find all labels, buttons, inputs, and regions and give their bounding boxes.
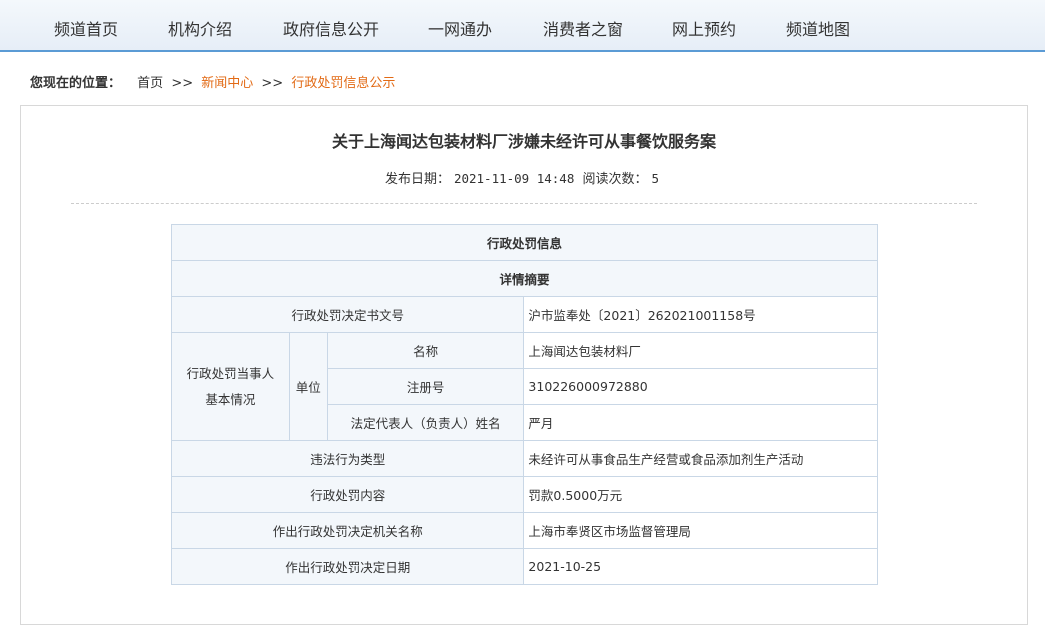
violation-type-label: 违法行为类型 [170, 440, 525, 477]
reg-no-value: 310226000972880 [523, 368, 878, 405]
representative-value: 严月 [523, 404, 878, 441]
table-row: 行政处罚信息 [171, 224, 878, 261]
table-subheader: 详情摘要 [171, 260, 878, 297]
violation-type-value: 未经许可从事食品生产经营或食品添加剂生产活动 [523, 440, 878, 477]
name-value: 上海闻达包装材料厂 [523, 332, 878, 369]
breadcrumb: 您现在的位置： 首页 >> 新闻中心 >> 行政处罚信息公示 [30, 72, 395, 91]
table-row: 行政处罚决定书文号 沪市监奉处〔2021〕262021001158号 [170, 296, 878, 333]
article-panel: 关于上海闻达包装材料厂涉嫌未经许可从事餐饮服务案 发布日期： 2021-11-09… [20, 105, 1028, 625]
nav-item-online-booking[interactable]: 网上预约 [672, 16, 736, 40]
nav-item-channel-map[interactable]: 频道地图 [786, 16, 850, 40]
penalty-content-value: 罚款0.5000万元 [523, 476, 878, 513]
authority-label: 作出行政处罚决定机关名称 [170, 512, 525, 549]
breadcrumb-separator: >> [261, 76, 284, 91]
representative-label: 法定代表人（负责人）姓名 [326, 404, 525, 441]
breadcrumb-news-link[interactable]: 新闻中心 [201, 76, 253, 91]
read-count-label: 阅读次数： [582, 172, 648, 187]
nav-item-organization[interactable]: 机构介绍 [168, 16, 232, 40]
table-row: 作出行政处罚决定日期 2021-10-25 [170, 548, 878, 585]
breadcrumb-home-link[interactable]: 首页 [137, 76, 163, 91]
read-count: 5 [651, 171, 660, 186]
party-label-cell: 行政处罚当事人 基本情况 [171, 332, 290, 441]
doc-no-label: 行政处罚决定书文号 [170, 296, 525, 333]
table-row: 行政处罚当事人 基本情况 单位 名称 上海闻达包装材料厂 [171, 332, 878, 441]
table-row: 作出行政处罚决定机关名称 上海市奉贤区市场监督管理局 [170, 512, 878, 549]
publish-date-label: 发布日期： [384, 172, 450, 187]
dashed-divider [71, 203, 977, 204]
authority-value: 上海市奉贤区市场监督管理局 [523, 512, 878, 549]
publish-date: 2021-11-09 14:48 [453, 171, 575, 186]
party-label-line1: 行政处罚当事人 [186, 365, 275, 381]
breadcrumb-separator: >> [171, 76, 194, 91]
breadcrumb-current-link[interactable]: 行政处罚信息公示 [291, 76, 395, 91]
decision-date-value: 2021-10-25 [523, 548, 878, 585]
table-row: 详情摘要 [171, 260, 878, 297]
decision-date-label: 作出行政处罚决定日期 [170, 548, 525, 585]
reg-no-label: 注册号 [326, 368, 525, 405]
article-meta: 发布日期： 2021-11-09 14:48 阅读次数： 5 [21, 168, 1027, 187]
penalty-content-label: 行政处罚内容 [170, 476, 525, 513]
name-label: 名称 [326, 332, 525, 369]
nav-item-channel-home[interactable]: 频道首页 [54, 16, 118, 40]
article-title: 关于上海闻达包装材料厂涉嫌未经许可从事餐饮服务案 [331, 132, 716, 151]
table-header: 行政处罚信息 [171, 224, 878, 261]
penalty-info-table: 行政处罚信息 详情摘要 行政处罚决定书文号 沪市监奉处〔2021〕2620210… [170, 224, 878, 585]
unit-label: 单位 [288, 332, 328, 441]
table-row: 违法行为类型 未经许可从事食品生产经营或食品添加剂生产活动 [170, 440, 878, 477]
nav-item-one-stop[interactable]: 一网通办 [428, 16, 492, 40]
table-row: 行政处罚内容 罚款0.5000万元 [170, 476, 878, 513]
party-label-line2: 基本情况 [205, 391, 256, 407]
nav-item-consumer-window[interactable]: 消费者之窗 [543, 16, 623, 40]
top-navigation: 频道首页 机构介绍 政府信息公开 一网通办 消费者之窗 网上预约 频道地图 [0, 0, 1045, 52]
nav-item-gov-info[interactable]: 政府信息公开 [283, 16, 379, 40]
doc-no-value: 沪市监奉处〔2021〕262021001158号 [523, 296, 878, 333]
breadcrumb-label: 您现在的位置： [30, 76, 122, 91]
